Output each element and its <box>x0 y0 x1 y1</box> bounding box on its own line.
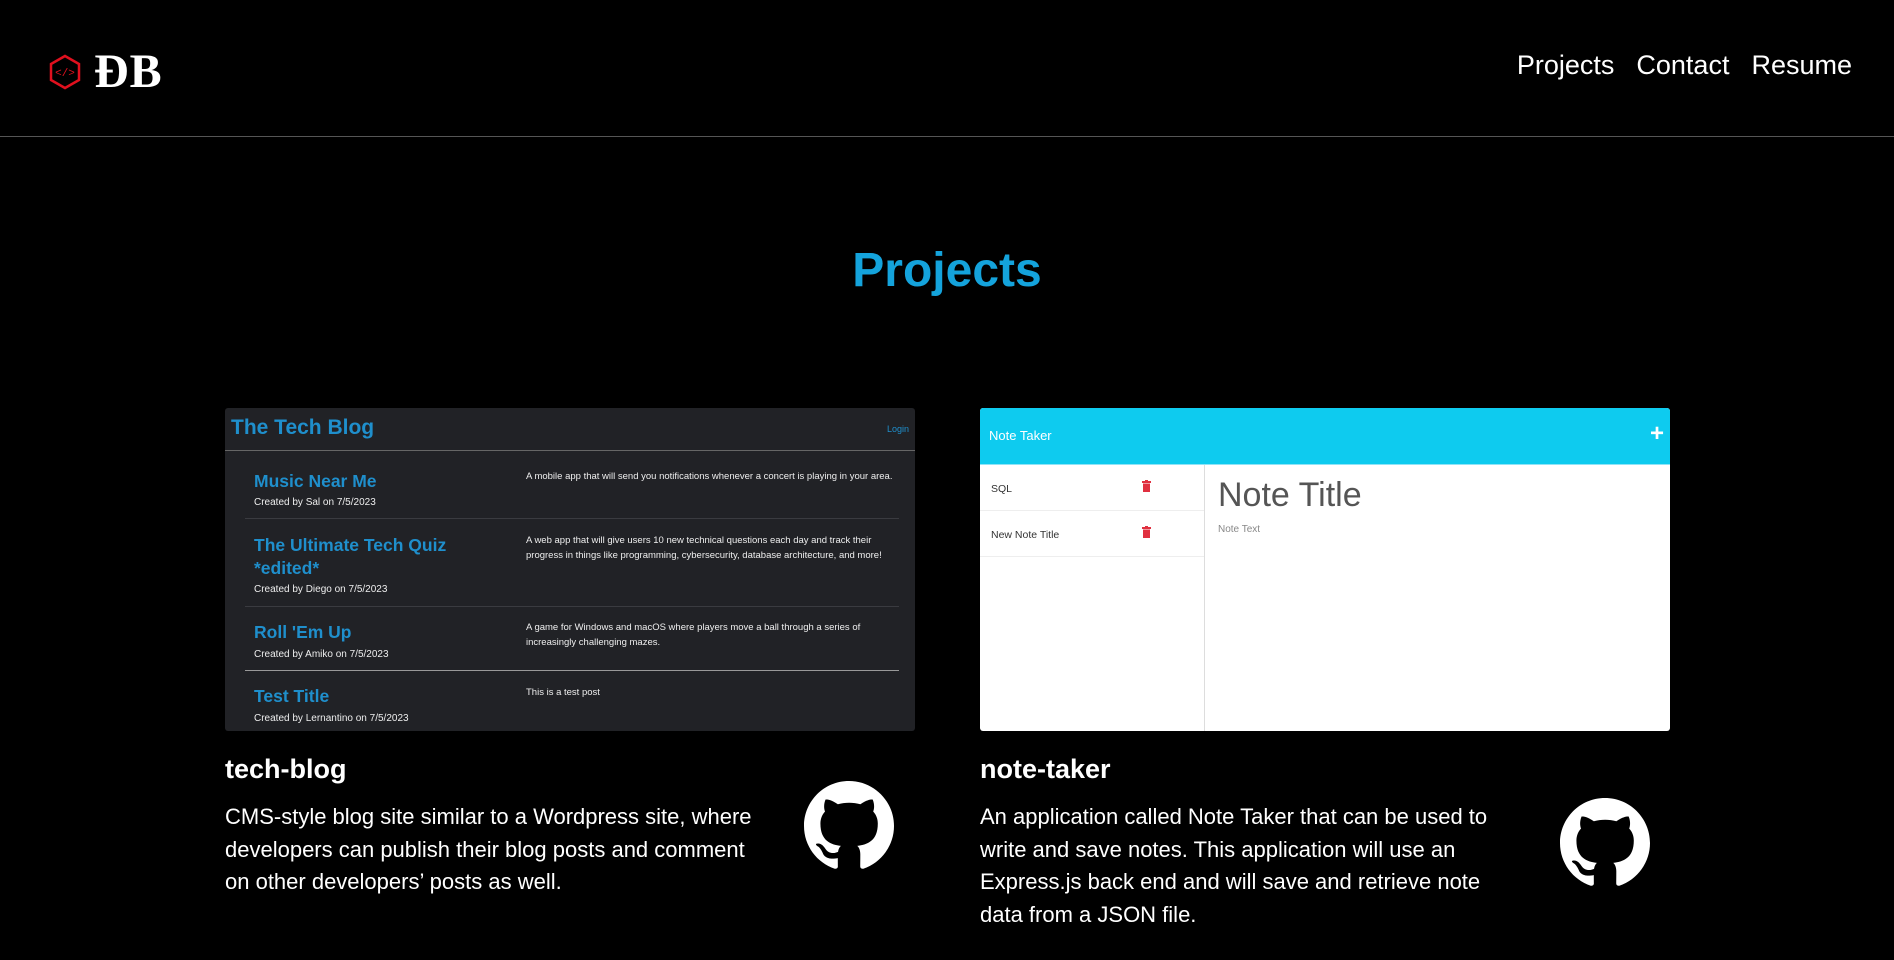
note-list-item: New Note Title <box>980 511 1204 557</box>
nav-resume[interactable]: Resume <box>1751 50 1852 81</box>
note-title-placeholder: Note Title <box>1218 476 1362 514</box>
post-desc: This is a test post <box>526 687 600 698</box>
logo-text: ĐB <box>94 45 163 98</box>
trash-icon <box>1142 480 1151 492</box>
post-title: Music Near Me <box>254 471 377 491</box>
nt-title: Note Taker <box>989 428 1052 443</box>
nav-contact[interactable]: Contact <box>1636 50 1729 81</box>
note-text-placeholder: Note Text <box>1218 524 1261 535</box>
project-title: note-taker <box>980 754 1111 784</box>
post-title: The Ultimate Tech Quiz *edited* <box>254 535 447 578</box>
post-title: Test Title <box>254 686 330 706</box>
note-name: SQL <box>991 483 1013 495</box>
tb-title: The Tech Blog <box>231 416 375 439</box>
main-nav: Projects Contact Resume <box>1517 50 1852 81</box>
site-header: </> ĐB Projects Contact Resume <box>0 0 1894 137</box>
plus-icon: + <box>1649 420 1664 447</box>
divider <box>245 606 899 607</box>
project-card-note-taker: Note Taker + SQL New Note Title Note Tit… <box>980 408 1670 927</box>
project-description: An application called Note Taker that ca… <box>980 804 1488 927</box>
note-name: New Note Title <box>991 529 1060 541</box>
nt-header: Note Taker + <box>980 408 1670 465</box>
trash-icon <box>1142 526 1151 538</box>
post-meta: Created by Sal on 7/5/2023 <box>254 497 376 508</box>
post-desc: A web app that will give users 10 new te… <box>526 535 882 561</box>
project-screenshot[interactable]: The Tech Blog Login Music Near Me Create… <box>225 408 915 731</box>
code-hexagon-icon: </> <box>49 54 81 89</box>
divider <box>245 518 899 519</box>
note-list: SQL New Note Title <box>980 465 1205 731</box>
project-screenshot[interactable]: Note Taker + SQL New Note Title Note Tit… <box>980 408 1670 731</box>
project-description: CMS-style blog site similar to a Wordpre… <box>225 804 752 894</box>
tb-header: The Tech Blog Login <box>225 408 915 451</box>
svg-text:</>: </> <box>55 68 75 80</box>
github-icon[interactable] <box>1560 798 1650 888</box>
github-icon[interactable] <box>804 781 894 871</box>
post-desc: A game for Windows and macOS where playe… <box>526 622 861 648</box>
post-meta: Created by Diego on 7/5/2023 <box>254 584 388 595</box>
post-desc: A mobile app that will send you notifica… <box>526 471 893 482</box>
post-meta: Created by Amiko on 7/5/2023 <box>254 649 389 660</box>
logo[interactable]: </> ĐB <box>48 44 163 99</box>
project-card-tech-blog: The Tech Blog Login Music Near Me Create… <box>225 408 915 894</box>
post-meta: Created by Lernantino on 7/5/2023 <box>254 713 409 724</box>
nav-projects[interactable]: Projects <box>1517 50 1615 81</box>
divider <box>245 670 899 671</box>
post-title: Roll 'Em Up <box>254 622 352 642</box>
project-title: tech-blog <box>225 754 347 784</box>
note-list-item: SQL <box>980 465 1204 511</box>
tb-login: Login <box>886 424 909 434</box>
page-title: Projects <box>852 244 1042 297</box>
